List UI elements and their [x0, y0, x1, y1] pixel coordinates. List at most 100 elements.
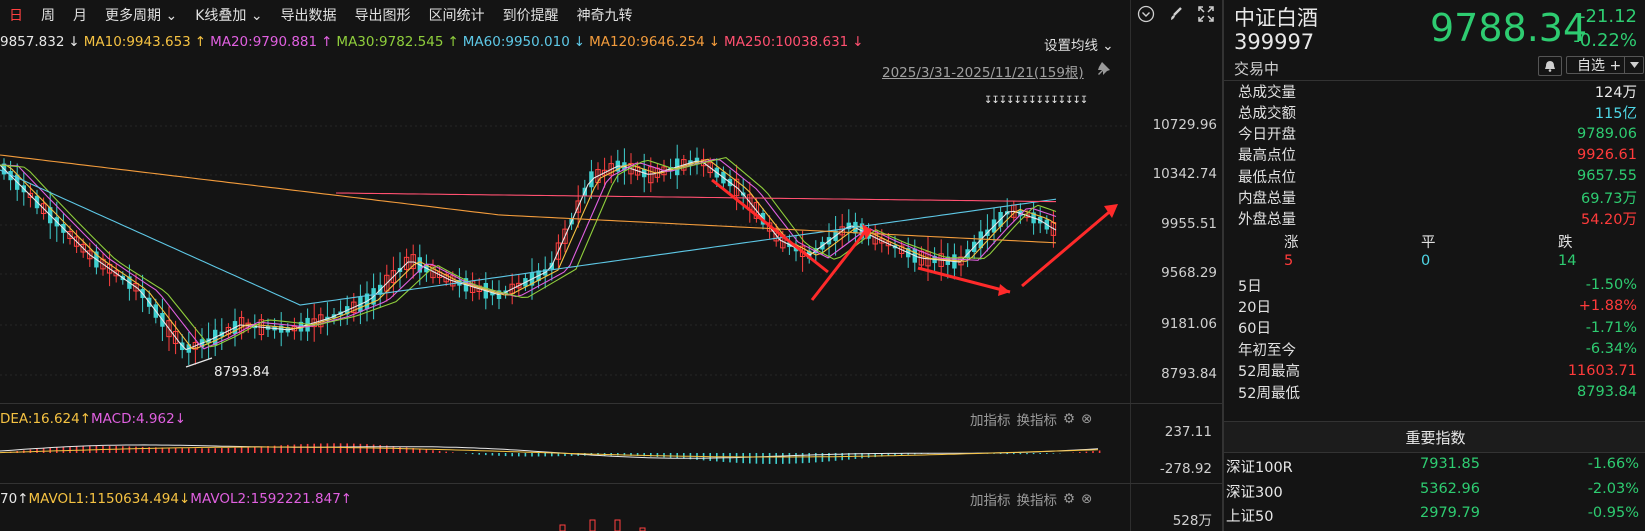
macd-axis-top: 237.11: [1164, 424, 1212, 440]
stat-row: 总成交额 115亿: [1238, 101, 1637, 123]
current-price: 9788.34: [1430, 6, 1588, 50]
period-row: 60日 -1.71%: [1238, 317, 1637, 339]
trading-status: 交易中: [1234, 60, 1280, 78]
index-name: 中证白酒: [1234, 6, 1318, 30]
index-row-pct: -0.95%: [1587, 505, 1639, 521]
price-axis: 10729.96 10342.74 9955.51 9568.29 9181.06 879…: [1130, 0, 1223, 531]
index-row[interactable]: 上证50 2979.79 -0.95%: [1224, 505, 1645, 527]
stat-label: 外盘总量: [1238, 212, 1296, 229]
stat-value: 9926.61: [1577, 146, 1637, 163]
macd-legend-item: MACD:4.962: [91, 411, 175, 427]
volume-legend-item: ↓: [178, 491, 191, 507]
stat-value: 11603.71: [1567, 362, 1637, 379]
moving-average-line: [0, 160, 1057, 351]
stat-value: 8793.84: [1577, 384, 1637, 400]
index-row-name: 深证100R: [1226, 460, 1293, 476]
dropdown-arrow-icon[interactable]: [1624, 57, 1643, 73]
stat-value: 124万: [1594, 84, 1637, 101]
annotation-arrow: [810, 227, 870, 301]
price-axis-label: 9955.51: [1161, 216, 1217, 232]
stat-label: 60日: [1238, 321, 1271, 338]
volume-bar: [589, 519, 596, 531]
index-row-pct: -1.66%: [1587, 456, 1639, 472]
stat-label: 今日开盘: [1238, 127, 1296, 144]
stat-value: -1.50%: [1585, 277, 1637, 293]
stat-row: 今日开盘 9789.06: [1238, 123, 1637, 145]
price-axis-label: 8793.84: [1161, 366, 1217, 382]
gear-icon[interactable]: ⚙: [1063, 411, 1075, 427]
annotation-arrow: [917, 266, 1011, 294]
stat-label: 52周最高: [1238, 364, 1300, 381]
price-axis-label: 10342.74: [1152, 166, 1217, 182]
change-indicator-button[interactable]: 换指标: [1017, 489, 1058, 509]
index-row-name: 深证300: [1226, 484, 1283, 501]
stat-label: 20日: [1238, 299, 1271, 316]
major-index-header: 重要指数: [1224, 421, 1645, 453]
macd-axis-bottom: -278.92: [1159, 461, 1212, 477]
breadth-value: 5: [1284, 253, 1294, 269]
macd-legend-item: ↑: [79, 411, 92, 427]
stat-value: 69.73万: [1580, 191, 1637, 207]
stat-value: -1.71%: [1585, 319, 1637, 336]
low-marker-arrow: [185, 357, 213, 368]
macd-legend: DEA:16.624↑MACD:4.962↓: [0, 411, 186, 427]
stat-row: 最低点位 9657.55: [1238, 165, 1637, 187]
breadth-label: 涨: [1284, 235, 1299, 251]
volume-tools: 加指标 换指标 ⚙ ⊗: [970, 489, 1092, 509]
add-indicator-button[interactable]: 加指标: [970, 409, 1011, 429]
price-change-pct: -0.22%: [1573, 30, 1637, 51]
close-icon[interactable]: ⊗: [1081, 411, 1092, 427]
macd-legend-item: DEA:16.624: [0, 411, 80, 427]
panel-divider: [0, 483, 1222, 484]
gear-icon[interactable]: ⚙: [1063, 491, 1075, 507]
quote-panel: 中证白酒 399997 9788.34 -21.12 -0.22% 交易中 自选…: [1222, 0, 1645, 531]
price-axis-label: 9181.06: [1161, 316, 1217, 332]
stat-label: 内盘总量: [1238, 191, 1296, 207]
volume-legend-item: MAVOL2:1592221.847: [190, 491, 341, 507]
bell-icon[interactable]: [1538, 56, 1562, 76]
index-code: 399997: [1234, 30, 1315, 54]
breadth-value: 14: [1558, 253, 1577, 269]
stat-value: 54.20万: [1580, 212, 1637, 229]
stat-row: 最高点位 9926.61: [1238, 144, 1637, 166]
panel-divider: [0, 403, 1222, 404]
index-row[interactable]: 深证300 5362.96 -2.03%: [1224, 481, 1645, 503]
add-indicator-button[interactable]: 加指标: [970, 489, 1011, 509]
macd-dif-line: [0, 444, 1099, 459]
change-indicator-button[interactable]: 换指标: [1017, 409, 1058, 429]
breadth-label: 跌: [1558, 235, 1573, 251]
stat-row: 内盘总量 69.73万: [1238, 187, 1637, 209]
period-row: 5日 -1.50%: [1238, 274, 1637, 296]
close-icon[interactable]: ⊗: [1081, 491, 1092, 507]
volume-legend-item: ↑: [17, 491, 29, 507]
stat-label: 最高点位: [1238, 148, 1296, 165]
period-row: 20日 +1.88%: [1238, 295, 1637, 317]
stat-label: 年初至今: [1238, 342, 1296, 359]
stat-label: 52周最低: [1238, 385, 1300, 402]
moving-average-line: [335, 192, 1056, 203]
macd-tools: 加指标 换指标 ⚙ ⊗: [970, 409, 1092, 429]
period-row: 52周最低 8793.84: [1238, 381, 1637, 403]
volume-legend-item: 70: [0, 491, 18, 507]
stat-value: 115亿: [1594, 105, 1637, 122]
candlestick-chart: [0, 125, 1130, 531]
period-low-label: 8793.84: [214, 364, 270, 380]
index-row-value: 2979.79: [1420, 505, 1480, 521]
index-row-value: 5362.96: [1420, 480, 1480, 497]
stat-value: +1.88%: [1578, 298, 1637, 315]
volume-legend-item: ↑: [340, 491, 353, 507]
price-change: -21.12: [1578, 6, 1637, 27]
index-row[interactable]: 深证100R 7931.85 -1.66%: [1224, 456, 1645, 478]
stat-label: 最低点位: [1238, 169, 1296, 186]
moving-average-line: [0, 158, 1057, 350]
moving-average-line: [0, 158, 1057, 350]
stat-value: -6.34%: [1585, 341, 1637, 358]
add-watchlist-button[interactable]: 自选 +: [1566, 56, 1644, 74]
breadth-label: 平: [1421, 235, 1436, 251]
index-row-value: 7931.85: [1420, 456, 1480, 472]
stat-label: 5日: [1238, 278, 1262, 295]
kline-chart-area[interactable]: 日周月更多周期 ⌄ K线叠加 ⌄ 导出数据 导出图形 区间统计 到价提醒 神奇九转 9857…: [0, 0, 1222, 531]
moving-average-line: [0, 154, 1057, 244]
volume-bar: [614, 519, 621, 531]
stat-value: 9789.06: [1577, 125, 1637, 142]
